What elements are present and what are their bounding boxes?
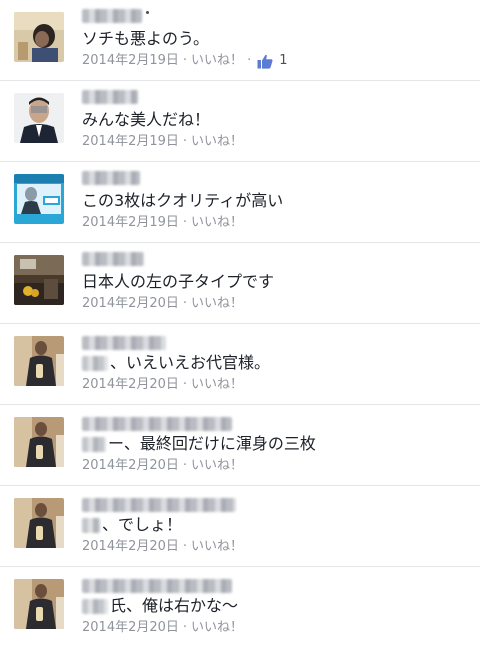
like-count: 1 (279, 53, 288, 68)
comment-meta: 2014年2月20日 · いいね！ (82, 456, 470, 476)
photo-mint-card-icon (14, 174, 64, 224)
comment-date[interactable]: 2014年2月19日 (82, 132, 179, 152)
comment-meta: 2014年2月19日 · いいね！ · 1 (82, 51, 470, 71)
comment-meta: 2014年2月19日 · いいね！ (82, 132, 470, 152)
comment-item: ソチも悪よのう。 2014年2月19日 · いいね！ · 1 (0, 0, 480, 81)
like-link[interactable]: いいね！ (191, 456, 243, 476)
comment-item: 、いえいえお代官様。 2014年2月20日 · いいね！ (0, 324, 480, 405)
avatar[interactable] (14, 12, 64, 62)
comment-meta: 2014年2月20日 · いいね！ (82, 375, 470, 395)
comment-item: 氏、俺は右かな〜 2014年2月20日 · いいね！ (0, 567, 480, 648)
comment-meta: 2014年2月20日 · いいね！ (82, 294, 470, 314)
comment-text: 日本人の左の子タイプです (82, 272, 275, 291)
comment-text: ー、最終回だけに渾身の三枚 (82, 433, 470, 455)
comment-text: この3枚はクオリティが高い (82, 191, 284, 210)
comment-author[interactable] (82, 87, 470, 107)
comment-meta: 2014年2月20日 · いいね！ (82, 537, 470, 557)
like-link[interactable]: いいね！ (191, 294, 243, 314)
comment-list: ソチも悪よのう。 2014年2月19日 · いいね！ · 1 みんな美人だね！ … (0, 0, 480, 648)
thumbs-up-icon[interactable] (257, 54, 273, 69)
avatar[interactable] (14, 93, 64, 143)
comment-author[interactable] (82, 6, 470, 26)
comment-meta: 2014年2月20日 · いいね！ (82, 618, 470, 638)
photo-man-glass-icon (14, 498, 64, 548)
photo-man-suit-icon (14, 93, 64, 143)
comment-date[interactable]: 2014年2月20日 (82, 294, 179, 314)
like-link[interactable]: いいね！ (191, 51, 243, 71)
like-link[interactable]: いいね！ (191, 213, 243, 233)
avatar[interactable] (14, 336, 64, 386)
comment-item: 日本人の左の子タイプです 2014年2月20日 · いいね！ (0, 243, 480, 324)
comment-date[interactable]: 2014年2月20日 (82, 537, 179, 557)
photo-man-glass-icon (14, 579, 64, 629)
photo-man-glass-icon (14, 417, 64, 467)
comment-item: 、でしょ！ 2014年2月20日 · いいね！ (0, 486, 480, 567)
comment-text: ソチも悪よのう。 (82, 29, 210, 48)
comment-item: この3枚はクオリティが高い 2014年2月19日 · いいね！ (0, 162, 480, 243)
comment-text: 氏、俺は右かな〜 (82, 595, 470, 617)
comment-text: みんな美人だね！ (82, 110, 211, 129)
comment-author[interactable] (82, 249, 470, 269)
comment-item: みんな美人だね！ 2014年2月19日 · いいね！ (0, 81, 480, 162)
like-link[interactable]: いいね！ (191, 375, 243, 395)
comment-text: 、でしょ！ (82, 514, 470, 536)
photo-room-icon (14, 255, 64, 305)
comment-date[interactable]: 2014年2月19日 (82, 51, 179, 71)
like-link[interactable]: いいね！ (191, 537, 243, 557)
photo-child-icon (14, 12, 64, 62)
avatar[interactable] (14, 498, 64, 548)
comment-meta: 2014年2月19日 · いいね！ (82, 213, 470, 233)
like-link[interactable]: いいね！ (191, 618, 243, 638)
avatar[interactable] (14, 579, 64, 629)
comment-date[interactable]: 2014年2月20日 (82, 618, 179, 638)
comment-date[interactable]: 2014年2月19日 (82, 213, 179, 233)
comment-text: 、いえいえお代官様。 (82, 352, 470, 374)
comment-date[interactable]: 2014年2月20日 (82, 456, 179, 476)
comment-date[interactable]: 2014年2月20日 (82, 375, 179, 395)
comment-item: ー、最終回だけに渾身の三枚 2014年2月20日 · いいね！ (0, 405, 480, 486)
avatar[interactable] (14, 417, 64, 467)
comment-author[interactable] (82, 168, 470, 188)
avatar[interactable] (14, 255, 64, 305)
avatar[interactable] (14, 174, 64, 224)
photo-man-glass-icon (14, 336, 64, 386)
like-link[interactable]: いいね！ (191, 132, 243, 152)
